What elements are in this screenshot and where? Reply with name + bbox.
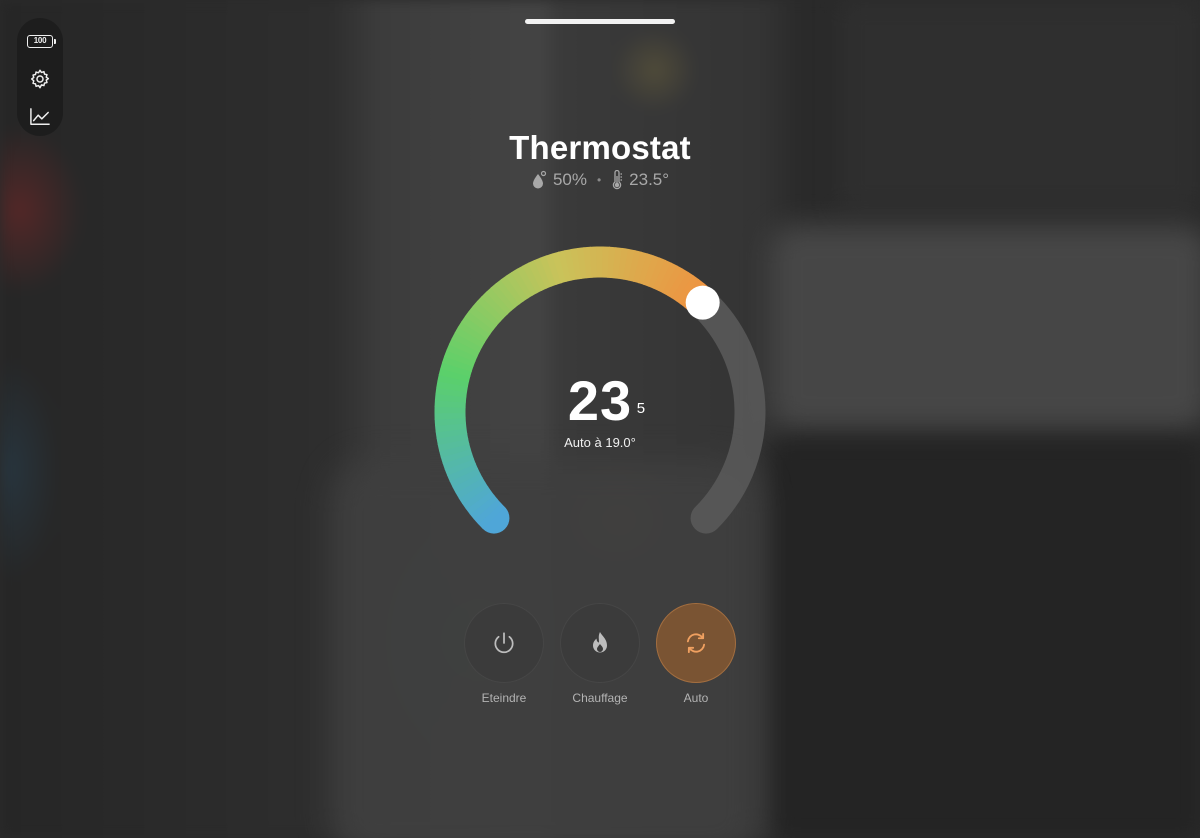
page-title: Thermostat (509, 129, 691, 166)
mode-off-circle[interactable] (464, 603, 544, 683)
battery-level: 100 (33, 36, 47, 45)
home-indicator[interactable] (525, 19, 675, 24)
temperature-dial[interactable]: 23 5 Auto à 19.0° (433, 245, 767, 579)
battery-icon: 100 (27, 34, 56, 48)
mode-status-text: Auto à 19.0° (564, 435, 636, 450)
mode-heat-circle[interactable] (560, 603, 640, 683)
mode-heat-button[interactable]: Chauffage (560, 603, 640, 705)
history-chart-button[interactable] (25, 104, 55, 130)
dial-knob[interactable] (685, 285, 720, 320)
thermometer-icon (612, 170, 623, 190)
target-temperature-readout: 23 5 Auto à 19.0° (433, 369, 767, 451)
thermostat-screen: 100 Thermostat 50% • 23.5° 23 5 Auto à 1… (0, 0, 1200, 838)
mode-off-button[interactable]: Eteindre (464, 603, 544, 705)
separator-dot: • (596, 173, 602, 187)
current-temperature: 23.5° (629, 170, 670, 189)
mode-auto-label: Auto (683, 691, 709, 705)
mode-off-label: Eteindre (481, 691, 527, 705)
target-temperature-decimal: 5 (636, 400, 647, 417)
target-temperature-whole: 23 (567, 369, 633, 432)
battery-button[interactable]: 100 (25, 28, 56, 54)
humidity-icon (532, 170, 547, 189)
humidity-value: 50% (552, 170, 587, 189)
gear-icon (30, 69, 50, 89)
blurred-background-panel (770, 225, 1200, 430)
side-toolbar: 100 (17, 18, 63, 136)
mode-auto-button[interactable]: Auto (656, 603, 736, 705)
target-temperature: 23 5 (567, 369, 645, 432)
flame-icon (593, 632, 607, 653)
blurred-background-panel (770, 440, 1200, 838)
auto-cycle-icon (686, 632, 706, 654)
power-icon (494, 632, 514, 654)
mode-selector: Eteindre Chauffage Auto (464, 603, 736, 705)
chart-icon (30, 108, 50, 126)
mode-auto-circle[interactable] (656, 603, 736, 683)
mode-heat-label: Chauffage (572, 691, 628, 705)
climate-summary: 50% • 23.5° (0, 170, 1200, 190)
settings-button[interactable] (25, 66, 55, 92)
